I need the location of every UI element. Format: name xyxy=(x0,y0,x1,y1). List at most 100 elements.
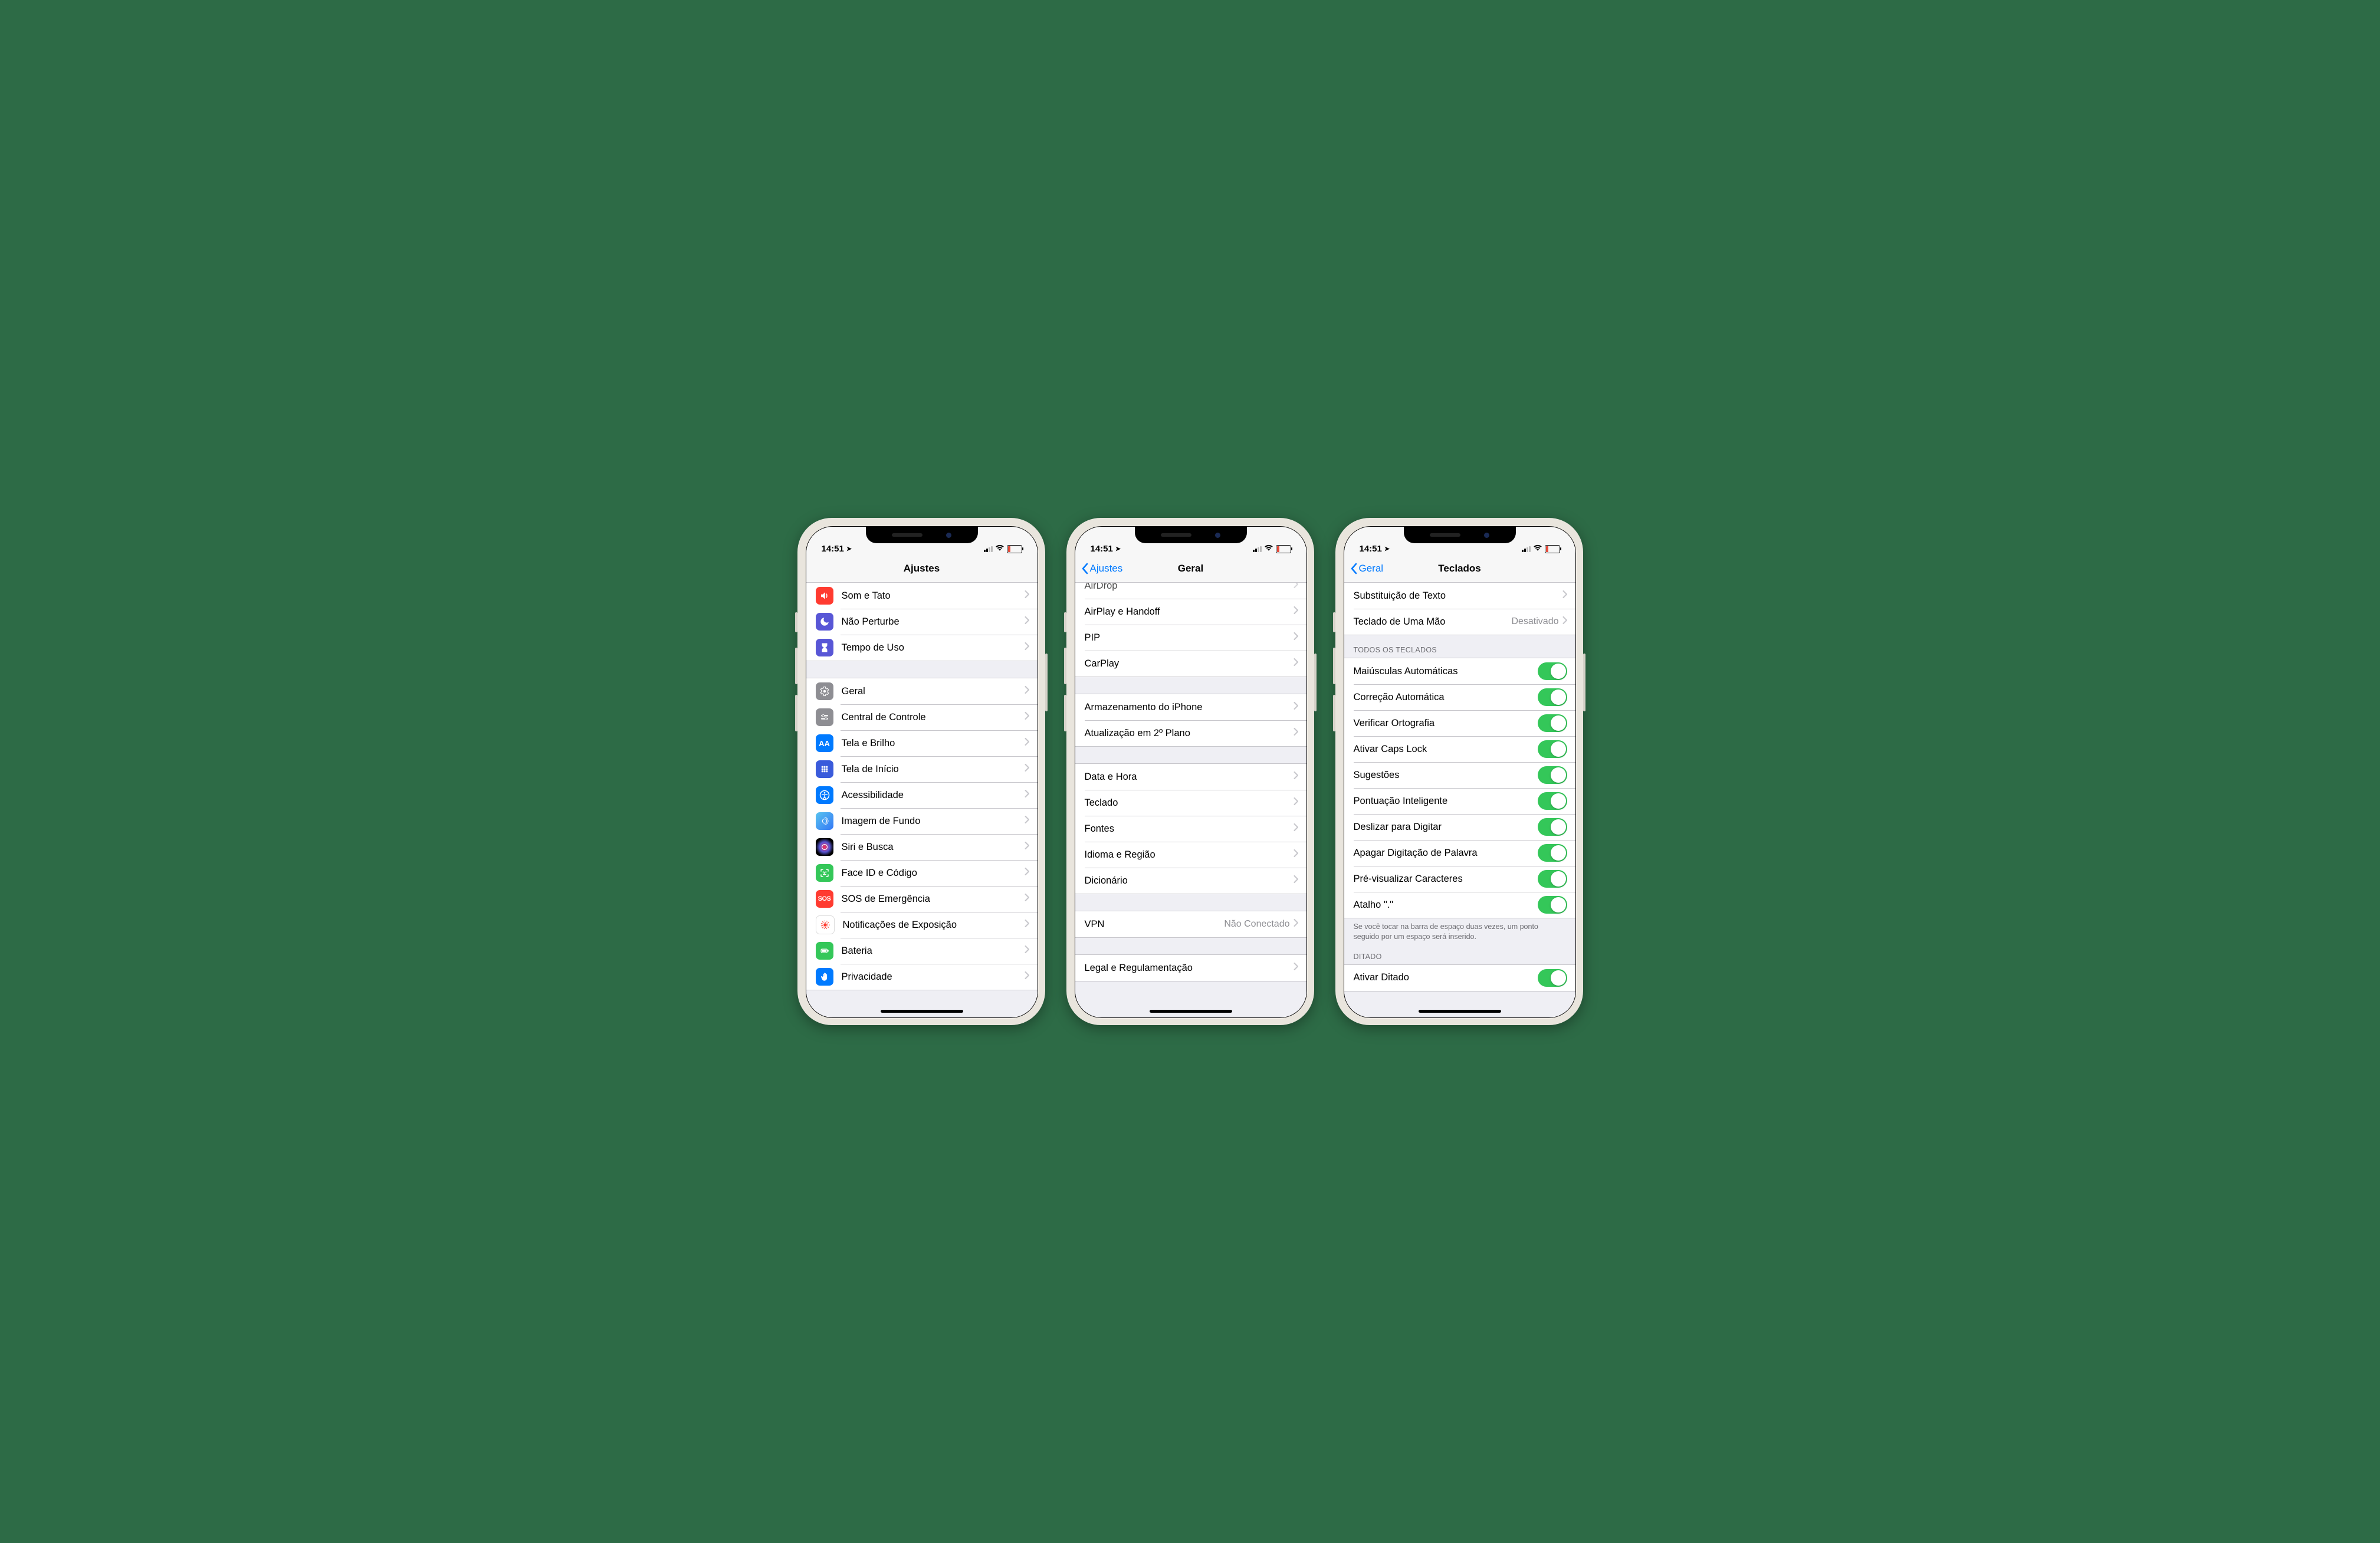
settings-row-home[interactable]: Tela de Início xyxy=(806,756,1038,782)
settings-row-battery[interactable]: Bateria xyxy=(806,938,1038,964)
list-row[interactable]: Sugestões xyxy=(1344,762,1575,788)
chevron-right-icon xyxy=(1025,738,1029,748)
row-label: Deslizar para Digitar xyxy=(1354,822,1538,833)
row-detail: Não Conectado xyxy=(1224,919,1289,930)
list-row[interactable]: PIP xyxy=(1075,625,1306,651)
settings-row-sos[interactable]: SOS SOS de Emergência xyxy=(806,886,1038,912)
list-row[interactable]: Idioma e Região xyxy=(1075,842,1306,868)
list-row[interactable]: Fontes xyxy=(1075,816,1306,842)
back-button[interactable]: Geral xyxy=(1350,563,1384,574)
settings-list[interactable]: Som e Tato Não Perturbe Tempo de Uso Ger… xyxy=(806,583,1038,1017)
settings-row-exposure[interactable]: Notificações de Exposição xyxy=(806,912,1038,938)
toggle-switch[interactable] xyxy=(1538,714,1567,732)
notch xyxy=(1404,527,1516,543)
list-row[interactable]: Verificar Ortografia xyxy=(1344,710,1575,736)
list-row[interactable]: Armazenamento do iPhone xyxy=(1075,694,1306,720)
home-indicator[interactable] xyxy=(1419,1010,1501,1013)
chevron-right-icon xyxy=(1025,764,1029,774)
row-label: Armazenamento do iPhone xyxy=(1085,702,1294,713)
settings-row-wallpaper[interactable]: Imagem de Fundo xyxy=(806,808,1038,834)
toggle-switch[interactable] xyxy=(1538,662,1567,680)
list-row[interactable]: Atalho "." xyxy=(1344,892,1575,918)
list-row[interactable]: Pontuação Inteligente xyxy=(1344,788,1575,814)
row-label: Data e Hora xyxy=(1085,771,1294,783)
settings-row-accessibility[interactable]: Acessibilidade xyxy=(806,782,1038,808)
list-row[interactable]: Atualização em 2º Plano xyxy=(1075,720,1306,746)
phone-frame-3: 14:51➤ Geral Teclados Substituição de Te… xyxy=(1335,518,1583,1025)
general-list[interactable]: AirDrop AirPlay e Handoff PIP CarPlay Ar… xyxy=(1075,583,1306,1017)
list-row[interactable]: Ativar Caps Lock xyxy=(1344,736,1575,762)
row-label: Som e Tato xyxy=(842,590,1025,602)
toggle-switch[interactable] xyxy=(1538,844,1567,862)
toggle-switch[interactable] xyxy=(1538,688,1567,706)
toggle-switch[interactable] xyxy=(1538,740,1567,758)
toggle-switch[interactable] xyxy=(1538,969,1567,987)
chevron-right-icon xyxy=(1294,849,1298,860)
back-button[interactable]: Ajustes xyxy=(1081,563,1123,574)
settings-row-dnd[interactable]: Não Perturbe xyxy=(806,609,1038,635)
settings-row-sounds[interactable]: Som e Tato xyxy=(806,583,1038,609)
row-label: Maiúsculas Automáticas xyxy=(1354,666,1538,677)
battery-icon xyxy=(816,942,833,960)
toggle-switch[interactable] xyxy=(1538,870,1567,888)
chevron-right-icon xyxy=(1294,702,1298,713)
list-row[interactable]: Ativar Ditado xyxy=(1344,965,1575,991)
list-row[interactable]: Apagar Digitação de Palavra xyxy=(1344,840,1575,866)
list-row[interactable]: Teclado de Uma Mão Desativado xyxy=(1344,609,1575,635)
list-row[interactable]: Data e Hora xyxy=(1075,764,1306,790)
cell-signal-icon xyxy=(984,546,993,552)
settings-row-screentime[interactable]: Tempo de Uso xyxy=(806,635,1038,661)
row-label: AirPlay e Handoff xyxy=(1085,606,1294,618)
list-row[interactable]: CarPlay xyxy=(1075,651,1306,677)
settings-row-display[interactable]: AA Tela e Brilho xyxy=(806,730,1038,756)
row-label: CarPlay xyxy=(1085,658,1294,669)
row-label: Apagar Digitação de Palavra xyxy=(1354,848,1538,859)
settings-row-siri[interactable]: Siri e Busca xyxy=(806,834,1038,860)
list-row[interactable]: Maiúsculas Automáticas xyxy=(1344,658,1575,684)
list-row[interactable]: VPN Não Conectado xyxy=(1075,911,1306,937)
list-row[interactable]: Substituição de Texto xyxy=(1344,583,1575,609)
wallpaper-icon xyxy=(816,812,833,830)
row-label: Geral xyxy=(842,686,1025,697)
chevron-right-icon xyxy=(1294,823,1298,834)
settings-row-general[interactable]: Geral xyxy=(806,678,1038,704)
list-row[interactable]: AirPlay e Handoff xyxy=(1075,599,1306,625)
list-row[interactable]: Correção Automática xyxy=(1344,684,1575,710)
chevron-right-icon xyxy=(1294,728,1298,738)
list-row[interactable]: Teclado xyxy=(1075,790,1306,816)
toggle-switch[interactable] xyxy=(1538,818,1567,836)
chevron-right-icon xyxy=(1562,590,1567,601)
list-row[interactable]: Legal e Regulamentação xyxy=(1075,955,1306,981)
toggle-switch[interactable] xyxy=(1538,766,1567,784)
chevron-right-icon xyxy=(1294,797,1298,808)
toggle-switch[interactable] xyxy=(1538,792,1567,810)
chevron-right-icon xyxy=(1294,919,1298,930)
list-row[interactable]: Deslizar para Digitar xyxy=(1344,814,1575,840)
row-label: Correção Automática xyxy=(1354,692,1538,703)
row-label: Verificar Ortografia xyxy=(1354,718,1538,729)
row-label: Central de Controle xyxy=(842,712,1025,723)
settings-row-control[interactable]: Central de Controle xyxy=(806,704,1038,730)
row-label: Fontes xyxy=(1085,823,1294,835)
chevron-right-icon xyxy=(1562,616,1567,627)
chevron-right-icon xyxy=(1025,946,1029,956)
chevron-left-icon xyxy=(1350,563,1357,574)
row-label: Notificações de Exposição xyxy=(843,920,1025,931)
row-label: Ativar Caps Lock xyxy=(1354,744,1538,755)
list-row[interactable]: Pré-visualizar Caracteres xyxy=(1344,866,1575,892)
settings-row-privacy[interactable]: Privacidade xyxy=(806,964,1038,990)
keyboards-list[interactable]: Substituição de Texto Teclado de Uma Mão… xyxy=(1344,583,1575,1017)
toggle-switch[interactable] xyxy=(1538,896,1567,914)
chevron-right-icon xyxy=(1025,590,1029,601)
nav-bar: Ajustes Geral xyxy=(1075,555,1306,583)
row-label: Acessibilidade xyxy=(842,790,1025,801)
settings-row-faceid[interactable]: Face ID e Código xyxy=(806,860,1038,886)
home-indicator[interactable] xyxy=(881,1010,963,1013)
list-row[interactable]: AirDrop xyxy=(1075,583,1306,599)
list-row[interactable]: Dicionário xyxy=(1075,868,1306,894)
home-indicator[interactable] xyxy=(1150,1010,1232,1013)
row-detail: Desativado xyxy=(1511,616,1558,627)
row-label: PIP xyxy=(1085,632,1294,644)
chevron-right-icon xyxy=(1294,658,1298,669)
cell-signal-icon xyxy=(1522,546,1531,552)
